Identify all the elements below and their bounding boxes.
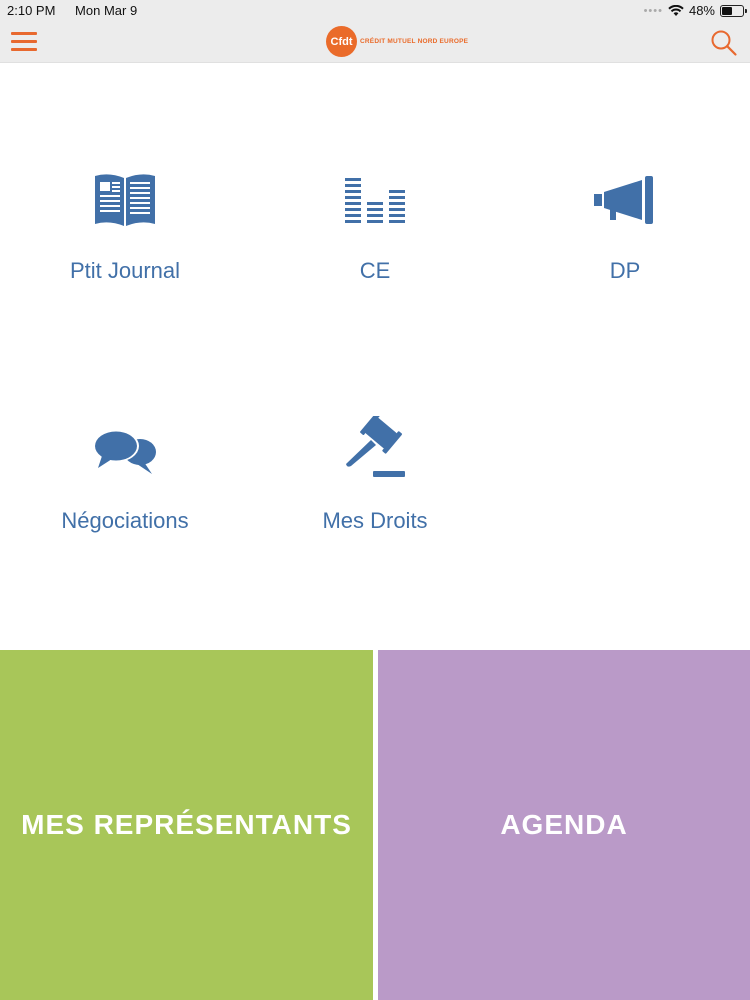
menu-item-label: Négociations <box>61 508 189 533</box>
menu-item-label: DP <box>609 258 641 283</box>
megaphone-icon <box>594 176 653 224</box>
hamburger-icon <box>11 32 37 35</box>
hamburger-menu-button[interactable] <box>11 30 38 54</box>
agenda-tile[interactable]: AGENDA <box>378 650 750 1000</box>
newspaper-book-icon <box>95 174 155 226</box>
mes-representants-tile[interactable]: MES REPRÉSENTANTS <box>0 650 373 1000</box>
battery-fill <box>722 6 732 15</box>
menu-item-label: Ptit Journal <box>69 258 181 283</box>
agenda-label: AGENDA <box>500 809 628 840</box>
status-time: 2:10 PM <box>7 3 56 18</box>
equalizer-bars-icon <box>345 178 405 223</box>
wifi-icon <box>668 4 684 16</box>
menu-item-dp[interactable]: DP <box>500 158 750 308</box>
search-icon <box>711 30 737 56</box>
menu-item-ptit-journal[interactable]: Ptit Journal <box>0 158 250 308</box>
search-button[interactable] <box>710 29 738 57</box>
mes-representants-label: MES REPRÉSENTANTS <box>21 809 352 840</box>
status-date: Mon Mar 9 <box>75 3 138 18</box>
status-left: 2:10 PM Mon Mar 9 <box>7 3 153 18</box>
status-right: •••• 48% <box>643 3 747 18</box>
status-bar: 2:10 PM Mon Mar 9 •••• 48% <box>0 0 750 22</box>
menu-item-negociations[interactable]: Négociations <box>0 408 250 558</box>
signal-dots-icon: •••• <box>643 4 663 17</box>
menu-item-ce[interactable]: CE <box>250 158 500 308</box>
gavel-icon <box>346 416 405 477</box>
hamburger-icon-bar <box>11 40 37 43</box>
hamburger-icon-bar <box>11 48 37 51</box>
speech-bubbles-icon <box>93 430 156 474</box>
menu-item-mes-droits[interactable]: Mes Droits <box>250 408 500 558</box>
menu-item-label: CE <box>359 258 391 283</box>
menu-item-label: Mes Droits <box>322 508 428 533</box>
battery-percent: 48% <box>688 3 715 18</box>
nav-bar: Cfdt CRÉDIT MUTUEL NORD EUROPE <box>0 22 750 63</box>
logo-badge: Cfdt <box>326 26 357 57</box>
logo-text: CRÉDIT MUTUEL NORD EUROPE <box>360 38 469 45</box>
battery-icon <box>720 4 747 17</box>
cfdt-logo: Cfdt CRÉDIT MUTUEL NORD EUROPE <box>326 26 468 57</box>
